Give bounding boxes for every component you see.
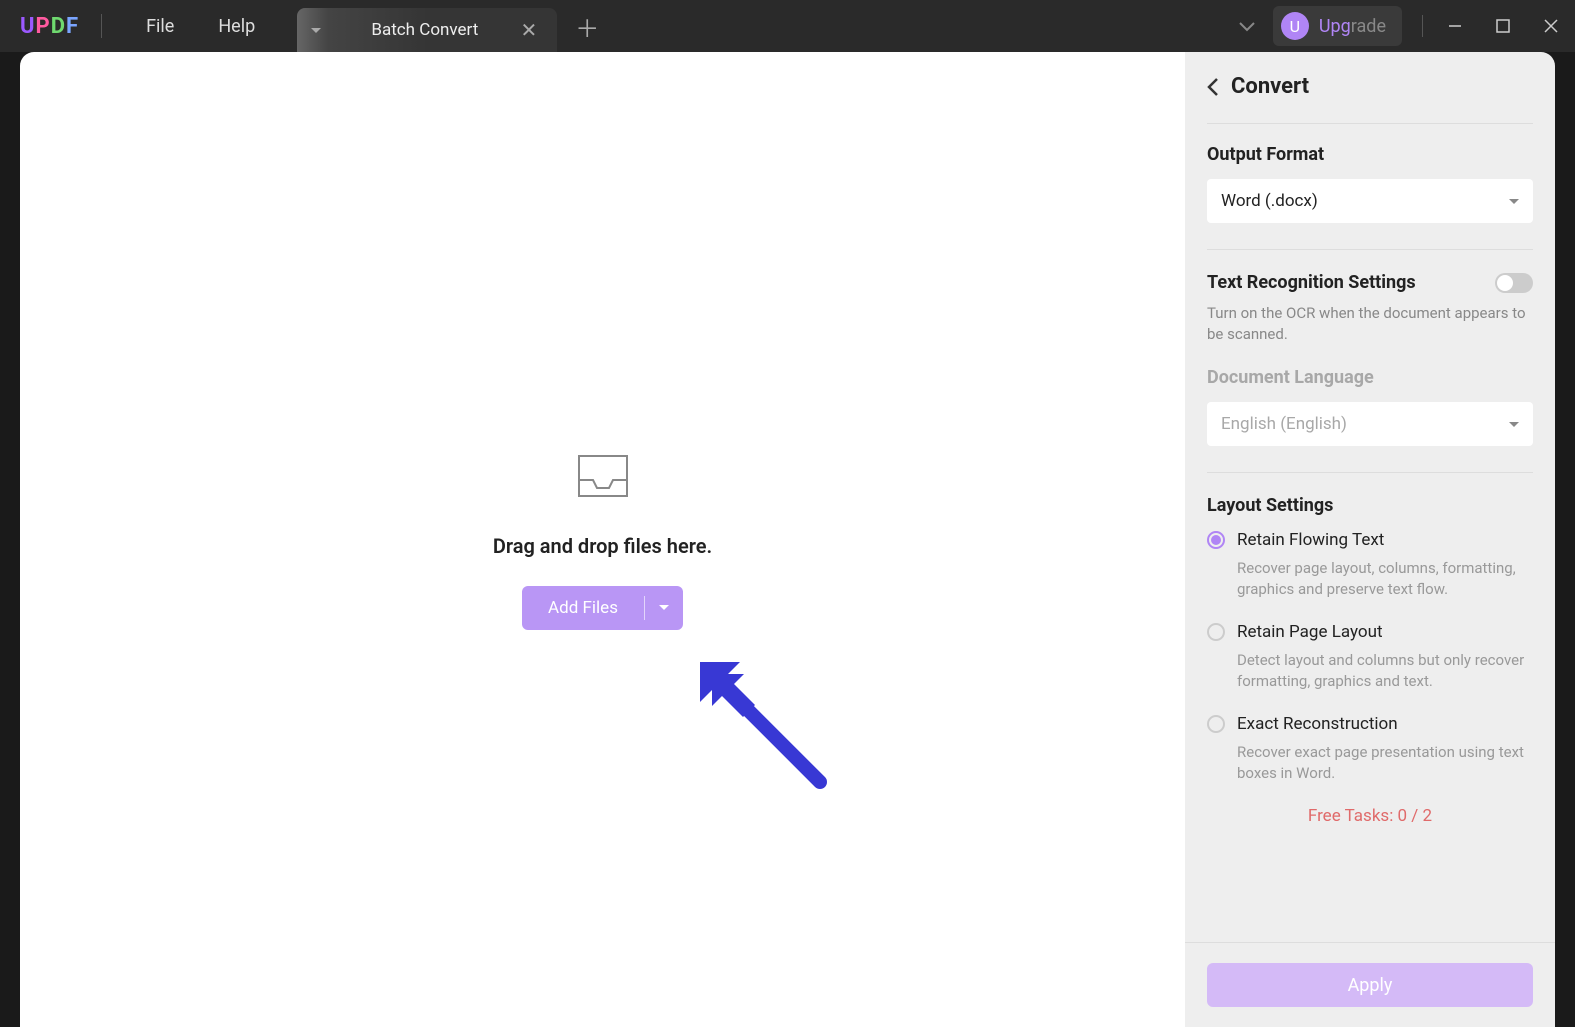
output-format-select[interactable]: Word (.docx)	[1207, 179, 1533, 223]
ocr-row: Text Recognition Settings	[1207, 272, 1533, 293]
radio-label: Retain Flowing Text	[1237, 530, 1384, 550]
radio-label: Retain Page Layout	[1237, 622, 1383, 642]
output-format-value: Word (.docx)	[1221, 191, 1318, 211]
tab-label: Batch Convert	[335, 20, 514, 40]
doc-language-label: Document Language	[1207, 367, 1533, 388]
radio-description: Recover page layout, columns, formatting…	[1237, 558, 1533, 600]
divider	[1207, 249, 1533, 250]
upgrade-button[interactable]: U Upgrade	[1273, 6, 1402, 46]
back-icon[interactable]	[1207, 78, 1219, 96]
doc-language-value: English (English)	[1221, 414, 1347, 434]
chevron-down-icon[interactable]	[1221, 17, 1273, 36]
app-logo: UPDF	[20, 14, 79, 39]
maximize-button[interactable]	[1479, 2, 1527, 50]
titlebar-right: U Upgrade	[1221, 2, 1575, 50]
output-format-label: Output Format	[1207, 144, 1533, 165]
radio-icon	[1207, 623, 1225, 641]
chevron-down-icon	[1509, 422, 1519, 427]
panel-title: Convert	[1231, 74, 1309, 99]
radio-description: Detect layout and columns but only recov…	[1237, 650, 1533, 692]
tab-bar: Batch Convert ✕ ＋	[297, 0, 617, 52]
ocr-label: Text Recognition Settings	[1207, 272, 1416, 293]
upgrade-label: Upgrade	[1319, 16, 1386, 37]
ocr-toggle[interactable]	[1495, 273, 1533, 293]
close-button[interactable]	[1527, 2, 1575, 50]
add-files-button[interactable]: Add Files	[522, 586, 683, 630]
new-tab-button[interactable]: ＋	[557, 9, 617, 44]
panel-body: Output Format Word (.docx) Text Recognit…	[1185, 117, 1555, 942]
drop-text: Drag and drop files here.	[493, 534, 712, 558]
divider	[1207, 123, 1533, 124]
radio-icon	[1207, 715, 1225, 733]
ocr-description: Turn on the OCR when the document appear…	[1207, 303, 1533, 345]
menu-help[interactable]: Help	[196, 16, 277, 37]
panel-header: Convert	[1185, 52, 1555, 117]
drop-area[interactable]: Drag and drop files here. Add Files	[20, 52, 1185, 1027]
chevron-down-icon	[1509, 199, 1519, 204]
divider	[1422, 15, 1423, 37]
divider	[1207, 472, 1533, 473]
radio-retain-flowing-text[interactable]: Retain Flowing Text	[1207, 530, 1533, 550]
menu-file[interactable]: File	[124, 16, 196, 37]
radio-retain-page-layout[interactable]: Retain Page Layout	[1207, 622, 1533, 642]
doc-language-select: English (English)	[1207, 402, 1533, 446]
workspace: Drag and drop files here. Add Files Conv…	[20, 52, 1555, 1027]
free-tasks-text: Free Tasks: 0 / 2	[1207, 806, 1533, 826]
minimize-button[interactable]	[1431, 2, 1479, 50]
radio-label: Exact Reconstruction	[1237, 714, 1398, 734]
radio-icon	[1207, 531, 1225, 549]
panel-footer: Apply	[1185, 942, 1555, 1027]
tab-batch-convert[interactable]: Batch Convert ✕	[297, 8, 557, 52]
divider	[101, 14, 102, 38]
side-panel: Convert Output Format Word (.docx) Text …	[1185, 52, 1555, 1027]
avatar: U	[1281, 12, 1309, 40]
layout-settings-label: Layout Settings	[1207, 495, 1533, 516]
inbox-icon	[573, 450, 633, 506]
radio-exact-reconstruction[interactable]: Exact Reconstruction	[1207, 714, 1533, 734]
add-files-label: Add Files	[522, 598, 644, 618]
add-files-dropdown[interactable]	[645, 605, 683, 610]
titlebar: UPDF File Help Batch Convert ✕ ＋ U Upgra…	[0, 0, 1575, 52]
apply-button[interactable]: Apply	[1207, 963, 1533, 1007]
tab-dropdown-icon[interactable]	[311, 28, 321, 33]
arrow-annotation	[700, 662, 830, 792]
radio-description: Recover exact page presentation using te…	[1237, 742, 1533, 784]
close-icon[interactable]: ✕	[514, 18, 543, 42]
